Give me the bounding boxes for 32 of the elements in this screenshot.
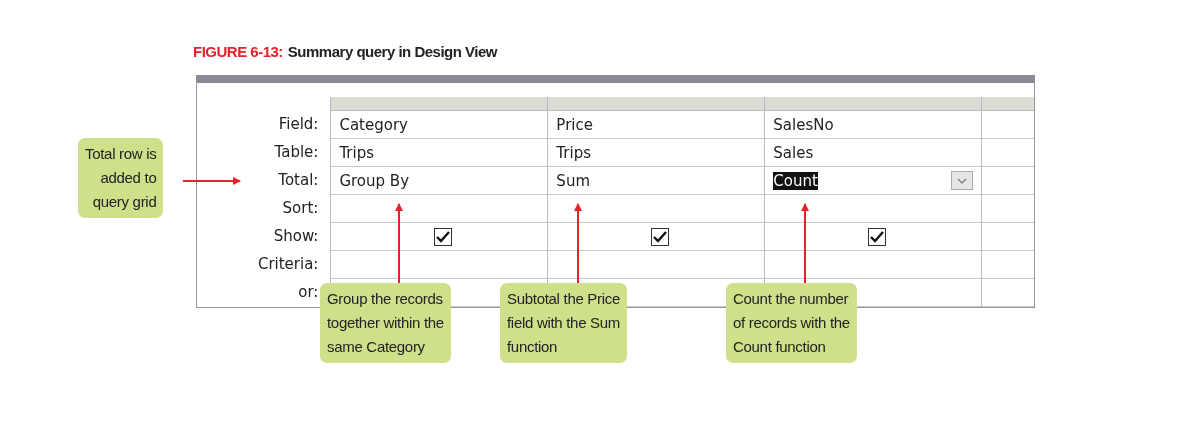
table-cell[interactable]: Sales — [773, 143, 814, 162]
column-selector[interactable] — [982, 97, 1034, 111]
callout-box: Total row is added to query grid — [78, 138, 164, 218]
table-cell[interactable]: SalesNo — [773, 115, 834, 134]
row-label: Criteria: — [257, 254, 319, 275]
row-label: Sort: — [282, 198, 319, 219]
callout-arrow — [182, 177, 241, 185]
table-cell[interactable]: Sum — [556, 171, 590, 190]
row-label: Total: — [278, 170, 319, 191]
row-label: Field: — [278, 114, 319, 135]
figure-label: FIGURE 6-13: — [193, 43, 283, 60]
table-cell[interactable]: Price — [556, 115, 593, 134]
checkbox[interactable] — [868, 227, 887, 246]
row-label: Show: — [273, 226, 319, 247]
table-cell[interactable]: Count — [773, 171, 818, 190]
checkbox[interactable] — [651, 227, 670, 246]
callout-box: Subtotal the Price field with the Sum function — [500, 283, 627, 363]
callout-box: Group the records together within the same Category — [320, 283, 451, 363]
row-label: or: — [298, 282, 319, 303]
callout-box: Count the number of records with the Count function — [726, 283, 857, 363]
figure-title: Summary query in Design View — [287, 43, 497, 60]
column-selector[interactable] — [548, 97, 765, 111]
column-selector[interactable] — [331, 97, 548, 111]
table-cell[interactable]: Trips — [556, 143, 591, 162]
column-selector[interactable] — [765, 97, 982, 111]
table-cell[interactable]: Category — [339, 115, 408, 134]
dropdown-button[interactable] — [951, 171, 974, 190]
row-label: Table: — [274, 142, 319, 163]
checkbox[interactable] — [434, 227, 453, 246]
table-cell[interactable]: Group By — [339, 171, 409, 190]
table-cell[interactable]: Trips — [339, 143, 375, 162]
caret-icon — [957, 177, 968, 184]
